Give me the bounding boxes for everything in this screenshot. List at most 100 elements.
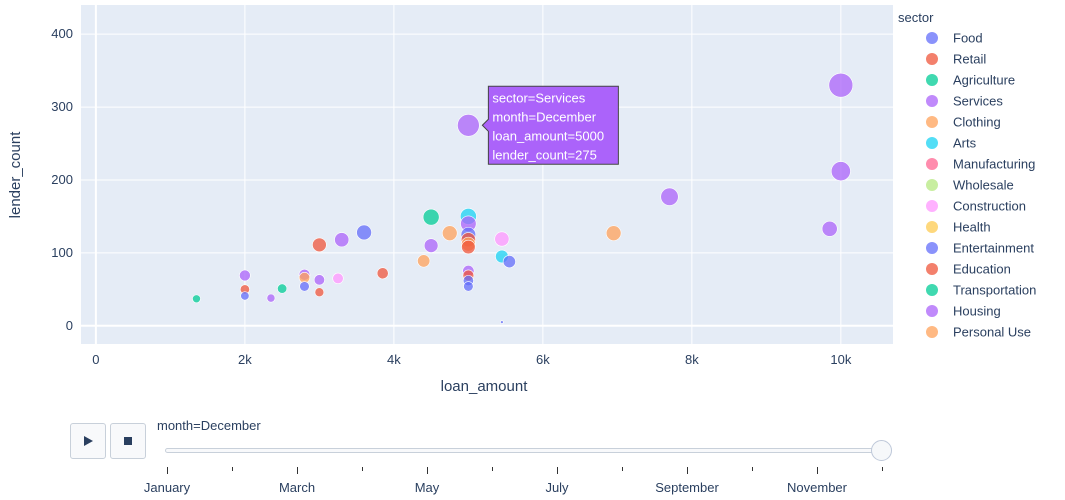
legend-label: Arts bbox=[953, 136, 977, 151]
legend-marker bbox=[926, 95, 938, 107]
legend-item[interactable]: Entertainment bbox=[926, 241, 1034, 256]
legend-marker bbox=[926, 326, 938, 338]
stop-icon bbox=[124, 437, 132, 445]
slider-rail[interactable] bbox=[165, 448, 884, 453]
legend-item[interactable]: Food bbox=[926, 31, 983, 46]
legend-marker bbox=[926, 74, 938, 86]
slider-month-label[interactable]: July bbox=[545, 480, 568, 495]
data-point[interactable] bbox=[277, 283, 288, 294]
data-point[interactable] bbox=[660, 187, 679, 206]
legend-item[interactable]: Transportation bbox=[926, 283, 1036, 298]
legend-item[interactable]: Retail bbox=[926, 52, 986, 67]
data-point[interactable] bbox=[240, 291, 250, 301]
play-button[interactable] bbox=[70, 423, 106, 459]
data-point[interactable] bbox=[830, 161, 851, 182]
y-tick-label: 100 bbox=[51, 245, 73, 260]
legend-marker bbox=[926, 242, 938, 254]
legend: sector Food Retail Agriculture Services Clot… bbox=[898, 10, 1036, 340]
x-tick-label: 10k bbox=[830, 352, 851, 367]
legend-marker bbox=[926, 116, 938, 128]
data-point[interactable] bbox=[356, 224, 372, 241]
data-point[interactable] bbox=[457, 114, 480, 137]
legend-item[interactable]: Personal Use bbox=[926, 325, 1031, 340]
slider-tick bbox=[362, 467, 363, 471]
data-point[interactable] bbox=[417, 254, 431, 268]
legend-label: Personal Use bbox=[953, 325, 1031, 340]
y-tick-label: 0 bbox=[66, 318, 73, 333]
slider-month-label[interactable]: January bbox=[144, 480, 190, 495]
data-point[interactable] bbox=[500, 320, 504, 324]
legend-marker bbox=[926, 200, 938, 212]
data-point[interactable] bbox=[334, 232, 350, 248]
data-point[interactable] bbox=[332, 272, 344, 285]
y-tick-label: 300 bbox=[51, 99, 73, 114]
x-tick-label: 0 bbox=[92, 352, 99, 367]
data-point[interactable] bbox=[442, 225, 458, 241]
legend-item[interactable]: Agriculture bbox=[926, 73, 1015, 88]
legend-item[interactable]: Manufacturing bbox=[926, 157, 1035, 172]
legend-item[interactable]: Education bbox=[926, 262, 1011, 277]
data-point[interactable] bbox=[376, 267, 389, 280]
legend-label: Retail bbox=[953, 52, 986, 67]
data-point[interactable] bbox=[828, 72, 854, 98]
data-point[interactable] bbox=[192, 294, 201, 304]
slider-month-label[interactable]: March bbox=[279, 480, 315, 495]
hover-line: loan_amount=5000 bbox=[492, 128, 604, 143]
y-tick-label: 400 bbox=[51, 26, 73, 41]
legend-item[interactable]: Services bbox=[926, 94, 1003, 109]
data-point[interactable] bbox=[299, 281, 310, 292]
data-point[interactable] bbox=[494, 231, 510, 247]
hover-line: lender_count=275 bbox=[492, 147, 596, 162]
x-tick-label: 4k bbox=[387, 352, 401, 367]
y-tick-label: 200 bbox=[51, 172, 73, 187]
slider-month-label[interactable]: May bbox=[415, 480, 440, 495]
data-point[interactable] bbox=[422, 208, 440, 226]
data-point[interactable] bbox=[605, 225, 622, 241]
x-tick-label: 8k bbox=[685, 352, 699, 367]
legend-item[interactable]: Wholesale bbox=[926, 178, 1014, 193]
legend-item[interactable]: Arts bbox=[926, 136, 977, 151]
legend-marker bbox=[926, 137, 938, 149]
legend-item[interactable]: Clothing bbox=[926, 115, 1001, 130]
stop-button[interactable] bbox=[110, 423, 146, 459]
legend-item[interactable]: Housing bbox=[926, 304, 1001, 319]
data-point[interactable] bbox=[463, 281, 474, 292]
legend-label: Agriculture bbox=[953, 73, 1015, 88]
legend-label: Housing bbox=[953, 304, 1001, 319]
slider-tick bbox=[752, 467, 753, 471]
slider-handle[interactable] bbox=[871, 440, 892, 461]
slider-tick bbox=[817, 467, 818, 474]
legend-marker bbox=[926, 305, 938, 317]
x-axis-title: loan_amount bbox=[441, 378, 529, 395]
data-point[interactable] bbox=[423, 238, 439, 253]
slider-tick bbox=[427, 467, 428, 474]
data-point[interactable] bbox=[312, 237, 327, 253]
legend-title: sector bbox=[898, 10, 934, 25]
data-point[interactable] bbox=[313, 274, 325, 286]
slider-tick bbox=[622, 467, 623, 471]
play-icon bbox=[84, 436, 93, 446]
data-point[interactable] bbox=[266, 293, 276, 303]
legend-label: Education bbox=[953, 262, 1011, 277]
y-axis-title: lender_count bbox=[7, 131, 24, 219]
slider-current-label: month=December bbox=[157, 418, 261, 433]
slider-month-label[interactable]: November bbox=[787, 480, 847, 495]
data-point[interactable] bbox=[314, 287, 325, 298]
data-point[interactable] bbox=[821, 220, 838, 237]
legend-marker bbox=[926, 53, 938, 65]
legend-label: Food bbox=[953, 31, 983, 46]
data-point[interactable] bbox=[461, 239, 476, 255]
legend-label: Services bbox=[953, 94, 1003, 109]
legend-item[interactable]: Construction bbox=[926, 199, 1026, 214]
slider-tick bbox=[557, 467, 558, 474]
legend-label: Wholesale bbox=[953, 178, 1014, 193]
legend-marker bbox=[926, 32, 938, 44]
data-point[interactable] bbox=[502, 255, 516, 269]
legend-item[interactable]: Health bbox=[926, 220, 991, 235]
plot-background bbox=[81, 5, 893, 344]
slider-month-label[interactable]: September bbox=[655, 480, 719, 495]
slider-tick bbox=[232, 467, 233, 471]
hover-line: sector=Services bbox=[492, 90, 585, 105]
legend-label: Construction bbox=[953, 199, 1026, 214]
data-point[interactable] bbox=[239, 269, 251, 282]
